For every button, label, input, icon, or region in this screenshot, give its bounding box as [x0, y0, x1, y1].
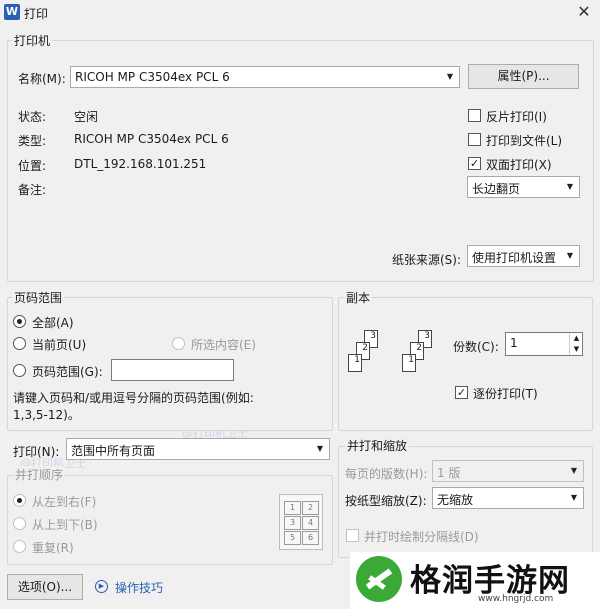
- brand-url: www.hngrjd.com: [478, 594, 554, 604]
- range-selection-radio[interactable]: [172, 337, 185, 350]
- order-repeat-radio[interactable]: [13, 540, 26, 553]
- copies-count-label: 份数(C):: [453, 340, 499, 354]
- per-page-select[interactable]: 1 版 ▼: [432, 460, 584, 482]
- paper-source-label: 纸张来源(S):: [392, 253, 462, 267]
- chevron-down-icon: ▼: [566, 251, 573, 260]
- range-all-radio[interactable]: [13, 315, 26, 328]
- reverse-print-checkbox[interactable]: [468, 109, 481, 122]
- location-value: DTL_192.168.101.251: [74, 157, 207, 171]
- print-what-value: 范围中所有页面: [71, 444, 156, 458]
- status-value: 空闲: [74, 110, 99, 124]
- chevron-down-icon: ▼: [446, 72, 453, 81]
- scale-label: 按纸型缩放(Z):: [345, 494, 427, 508]
- title-bar: [0, 0, 600, 26]
- order-cell: 2: [302, 501, 319, 515]
- print-to-file-label: 打印到文件(L): [486, 134, 563, 148]
- collate-page: 1: [402, 354, 416, 372]
- order-cell: 5: [284, 531, 301, 545]
- collate-illustration-icon: 3 2 1: [400, 322, 450, 394]
- scale-value: 无缩放: [437, 493, 474, 507]
- duplex-label: 双面打印(X): [486, 158, 552, 172]
- order-ltr-radio[interactable]: [13, 494, 26, 507]
- collate-page: 1: [348, 354, 362, 372]
- chevron-down-icon: ▼: [570, 493, 577, 502]
- order-cell: 4: [302, 516, 319, 530]
- spin-up-icon[interactable]: ▲: [569, 333, 583, 344]
- print-what-label: 打印(N):: [13, 445, 60, 459]
- order-cell: 1: [284, 501, 301, 515]
- options-button[interactable]: 选项(O)...: [7, 574, 83, 600]
- type-value: RICOH MP C3504ex PCL 6: [74, 132, 229, 146]
- type-label: 类型:: [18, 134, 47, 148]
- chevron-down-icon: ▼: [566, 182, 573, 191]
- play-circle-icon[interactable]: ▶: [95, 580, 108, 593]
- range-hint-line2: 1,3,5-12)。: [13, 408, 80, 422]
- range-selection-label: 所选内容(E): [191, 338, 256, 352]
- paper-source-select[interactable]: 使用打印机设置 ▼: [467, 245, 580, 267]
- printer-group-label: 打印机: [12, 32, 53, 49]
- order-cell: 6: [302, 531, 319, 545]
- scale-select[interactable]: 无缩放 ▼: [432, 487, 584, 509]
- spin-down-icon[interactable]: ▼: [569, 344, 583, 355]
- comment-label: 备注:: [18, 183, 47, 197]
- print-what-select[interactable]: 范围中所有页面 ▼: [66, 438, 330, 460]
- page-range-input[interactable]: [111, 359, 234, 381]
- per-page-value: 1 版: [437, 466, 461, 480]
- print-to-file-checkbox[interactable]: [468, 133, 481, 146]
- tips-link[interactable]: 操作技巧: [115, 579, 163, 596]
- dialog-title: 打印: [24, 7, 49, 21]
- wps-logo-icon: W: [4, 4, 20, 20]
- chevron-down-icon: ▼: [570, 466, 577, 475]
- flip-value: 长边翻页: [472, 182, 521, 196]
- copies-group-label: 副本: [344, 289, 373, 306]
- range-current-label: 当前页(U): [32, 338, 87, 352]
- print-order-group-label: 并打顺序: [13, 466, 66, 483]
- copies-count-value: 1: [510, 336, 518, 350]
- brand-logo-icon: [356, 556, 402, 602]
- page-range-group-label: 页码范围: [12, 289, 65, 306]
- range-hint-line1: 请键入页码和/或用逗号分隔的页码范围(例如:: [13, 391, 254, 405]
- collate-illustration-icon: 3 2 1: [346, 322, 396, 394]
- properties-button[interactable]: 属性(P)...: [468, 64, 579, 89]
- order-ttb-label: 从上到下(B): [32, 518, 98, 532]
- paper-source-value: 使用打印机设置: [472, 251, 557, 265]
- brand-banner: 格润手游网 www.hngrjd.com: [350, 552, 600, 609]
- location-label: 位置:: [18, 159, 47, 173]
- flip-select[interactable]: 长边翻页 ▼: [467, 176, 580, 198]
- per-page-label: 每页的版数(H):: [345, 467, 428, 481]
- close-icon[interactable]: ✕: [574, 2, 594, 22]
- order-repeat-label: 重复(R): [32, 541, 74, 555]
- chevron-down-icon: ▼: [316, 444, 323, 453]
- range-all-label: 全部(A): [32, 316, 74, 330]
- reverse-print-label: 反片打印(I): [486, 110, 547, 124]
- range-pages-label: 页码范围(G):: [32, 365, 103, 379]
- duplex-checkbox[interactable]: ✓: [468, 157, 481, 170]
- zoom-group-label: 并打和缩放: [345, 437, 410, 454]
- collate-label: 逐份打印(T): [473, 387, 538, 401]
- draw-lines-checkbox[interactable]: [346, 529, 359, 542]
- range-current-radio[interactable]: [13, 337, 26, 350]
- draw-lines-label: 并打时绘制分隔线(D): [364, 530, 479, 544]
- order-ltr-label: 从左到右(F): [32, 495, 97, 509]
- collate-checkbox[interactable]: ✓: [455, 386, 468, 399]
- printer-name-label: 名称(M):: [18, 72, 66, 86]
- order-preview-icon: 1 2 3 4 5 6: [279, 494, 323, 550]
- status-label: 状态:: [18, 110, 47, 124]
- order-ttb-radio[interactable]: [13, 517, 26, 530]
- order-cell: 3: [284, 516, 301, 530]
- printer-name-select[interactable]: RICOH MP C3504ex PCL 6 ▼: [70, 66, 460, 88]
- printer-name-value: RICOH MP C3504ex PCL 6: [75, 70, 230, 84]
- range-pages-radio[interactable]: [13, 364, 26, 377]
